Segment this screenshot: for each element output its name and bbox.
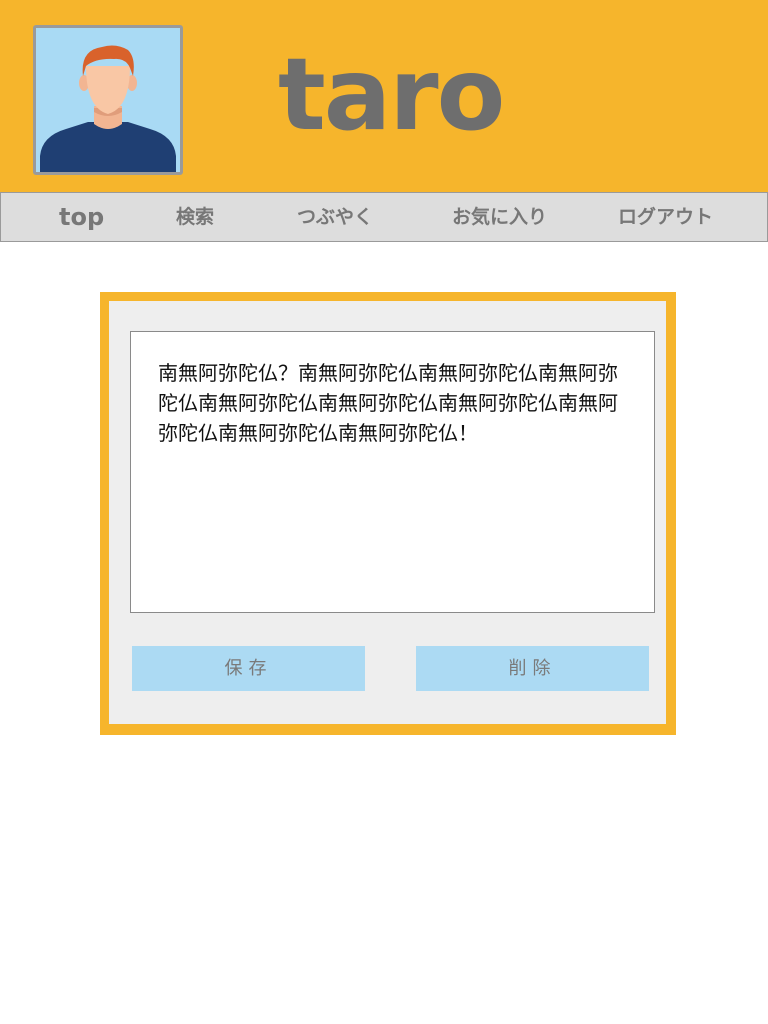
post-text-area[interactable]: 南無阿弥陀仏？南無阿弥陀仏南無阿弥陀仏南無阿弥陀仏南無阿弥陀仏南無阿弥陀仏南無阿… (130, 331, 655, 613)
user-avatar (33, 25, 183, 175)
nav-item-logout[interactable]: ログアウト (618, 193, 713, 241)
nav-item-search[interactable]: 検索 (176, 193, 214, 241)
nav-bar: top 検索 つぶやく お気に入り ログアウト (0, 192, 768, 242)
header: taro (0, 0, 768, 192)
username-title: taro (278, 36, 505, 153)
nav-item-tweet[interactable]: つぶやく (297, 193, 373, 241)
edit-panel: 南無阿弥陀仏？南無阿弥陀仏南無阿弥陀仏南無阿弥陀仏南無阿弥陀仏南無阿弥陀仏南無阿… (100, 292, 676, 735)
user-avatar-icon (36, 28, 180, 172)
nav-item-top[interactable]: top (59, 193, 104, 241)
delete-button[interactable]: 削除 (416, 646, 649, 691)
edit-panel-body: 南無阿弥陀仏？南無阿弥陀仏南無阿弥陀仏南無阿弥陀仏南無阿弥陀仏南無阿弥陀仏南無阿… (109, 301, 666, 724)
nav-item-favorites[interactable]: お気に入り (452, 193, 547, 241)
save-button[interactable]: 保存 (132, 646, 365, 691)
